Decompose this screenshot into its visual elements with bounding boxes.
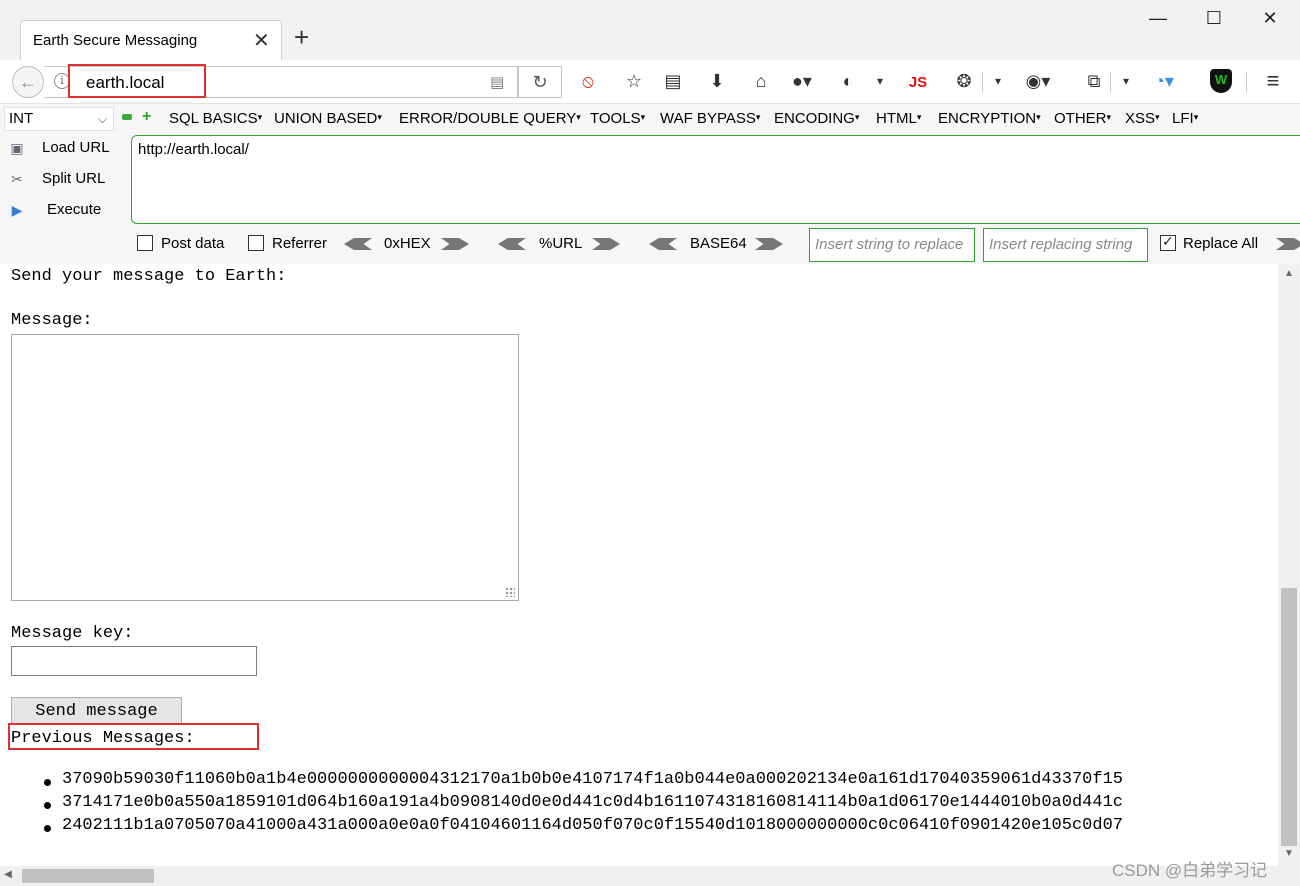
page-content: Send your message to Earth: Message: Mes… [0,264,1278,866]
menu-encryption[interactable]: ENCRYPTION▾ [938,110,1041,127]
load-url-icon: ▣ [10,140,24,156]
load-url-button[interactable]: ▣ Load URL [6,136,126,162]
browser-tab[interactable]: Earth Secure Messaging ✕ [20,20,282,60]
base64-encode-arrow-icon[interactable] [755,238,783,250]
dropdown-icon[interactable]: ▾ [1112,70,1140,92]
resize-icon[interactable]: ⧉ [1080,70,1108,92]
referrer-label: Referrer [272,235,328,252]
type-select-value: INT [9,110,34,127]
scissors-icon: ✂ [11,171,23,187]
list-item: 3714171e0b0a550a1859101d064b160a191a4b09… [0,793,1278,816]
menu-waf-bypass[interactable]: WAF BYPASS▾ [660,110,760,127]
vertical-scroll-thumb[interactable] [1281,588,1297,846]
menu-xss[interactable]: XSS▾ [1125,110,1160,127]
menu-sql-basics[interactable]: SQL BASICS▾ [169,110,262,127]
title-bar: Earth Secure Messaging ✕ + — ☐ ✕ [0,0,1300,60]
home-icon[interactable]: ⌂ [747,70,775,92]
minimize-icon[interactable]: — [1143,8,1173,29]
base64-label: BASE64 [690,235,747,252]
url-highlight-box [68,64,206,98]
reload-icon[interactable]: ↻ [518,66,562,98]
replace-arrow-icon[interactable] [1276,238,1300,250]
toolbar-separator [982,72,983,92]
js-icon[interactable]: JS [904,70,932,94]
menu-other[interactable]: OTHER▾ [1054,110,1111,127]
menu-tools[interactable]: TOOLS▾ [590,110,645,127]
message-key-label: Message key: [11,624,134,643]
play-icon: ▶ [11,202,23,218]
cookie-icon[interactable]: ◐ [834,70,862,92]
reader-list-icon[interactable]: ▤ [659,70,687,92]
base64-decode-arrow-icon[interactable] [649,238,677,250]
replace-all-checkbox[interactable] [1160,233,1176,251]
previous-messages-highlight-box [8,723,259,750]
js-label: JS [908,74,928,91]
menu-lfi[interactable]: LFI▾ [1172,110,1198,127]
post-data-label: Post data [161,235,225,252]
scroll-up-icon[interactable]: ▲ [1278,268,1300,279]
previous-messages-list: 37090b59030f11060b0a1b4e0000000000004312… [0,770,1278,839]
message-label: Message: [11,311,93,330]
tab-title: Earth Secure Messaging [33,32,198,49]
bug-icon[interactable]: ❂ [950,70,978,92]
wappalyzer-shield-icon[interactable]: W [1210,69,1232,93]
new-tab-icon[interactable]: + [294,24,309,50]
toolbar-separator [1246,72,1247,92]
hex-decode-arrow-icon[interactable] [344,238,372,250]
menu-encoding[interactable]: ENCODING▾ [774,110,859,127]
url-decode-arrow-icon[interactable] [498,238,526,250]
message-key-input[interactable] [11,646,257,676]
toolbar-separator [1110,72,1111,92]
close-tab-icon[interactable]: ✕ [253,28,270,53]
dropdown-icon[interactable]: ▾ [984,70,1012,92]
hex-label: 0xHEX [384,235,431,252]
scroll-down-icon[interactable]: ▼ [1278,848,1300,859]
list-item: 37090b59030f11060b0a1b4e0000000000004312… [0,770,1278,793]
bookmark-star-icon[interactable]: ☆ [620,70,648,92]
type-select[interactable]: INT ⌵ [4,107,114,131]
horizontal-scroll-thumb[interactable] [22,869,154,883]
message-textarea[interactable] [11,334,519,601]
referrer-checkbox[interactable] [248,235,264,251]
replace-string-input[interactable]: Insert string to replace [809,228,975,262]
scroll-left-icon[interactable]: ◀ [0,869,16,880]
no-script-icon[interactable]: ⦸ [574,70,602,92]
plus-icon[interactable]: + [142,108,151,126]
resize-grip-icon[interactable] [505,587,515,597]
maximize-icon[interactable]: ☐ [1199,8,1229,29]
hackbar-url-textarea[interactable]: http://earth.local/ [131,135,1300,224]
globe-icon[interactable]: ●▾ [788,70,816,92]
execute-button[interactable]: ▶ Execute [6,198,126,224]
vertical-scrollbar[interactable]: ▲ ▼ [1278,264,1300,866]
hackbar-panel: INT ⌵ + SQL BASICS▾ UNION BASED▾ ERROR/D… [0,104,1300,264]
replace-all-label: Replace All [1183,235,1259,252]
split-url-button[interactable]: ✂ Split URL [6,167,126,193]
send-message-button[interactable]: Send message [11,697,182,725]
hex-encode-arrow-icon[interactable] [441,238,469,250]
proxy-icon[interactable]: ◉▾ [1024,70,1052,92]
post-data-checkbox[interactable] [137,235,153,251]
minus-icon[interactable] [122,114,132,120]
download-icon[interactable]: ⬇ [703,70,731,92]
drive-icon: ▤ [490,74,505,91]
menu-icon[interactable]: ≡ [1259,70,1287,92]
horizontal-scrollbar[interactable]: ◀ [0,866,1300,886]
replacing-string-input[interactable]: Insert replacing string [983,228,1148,262]
execute-label: Execute [47,201,102,218]
back-arrow-icon[interactable]: ← [12,66,44,98]
page-heading: Send your message to Earth: [11,267,287,286]
close-window-icon[interactable]: ✕ [1255,8,1285,29]
split-url-label: Split URL [42,170,106,187]
load-url-label: Load URL [42,139,110,156]
menu-union-based[interactable]: UNION BASED▾ [274,110,382,127]
chrome-icon[interactable]: ◔▾ [1150,70,1178,92]
dropdown-icon[interactable]: ▾ [866,70,894,92]
list-item: 2402111b1a0705070a41000a431a000a0e0a0f04… [0,816,1278,839]
menu-error-double-query[interactable]: ERROR/DOUBLE QUERY▾ [399,110,581,127]
url-encoding-label: %URL [539,235,583,252]
url-encode-arrow-icon[interactable] [592,238,620,250]
chevron-down-icon: ⌵ [97,112,107,126]
menu-html[interactable]: HTML▾ [876,110,921,127]
watermark: CSDN @白弟学习记 [1112,861,1268,880]
